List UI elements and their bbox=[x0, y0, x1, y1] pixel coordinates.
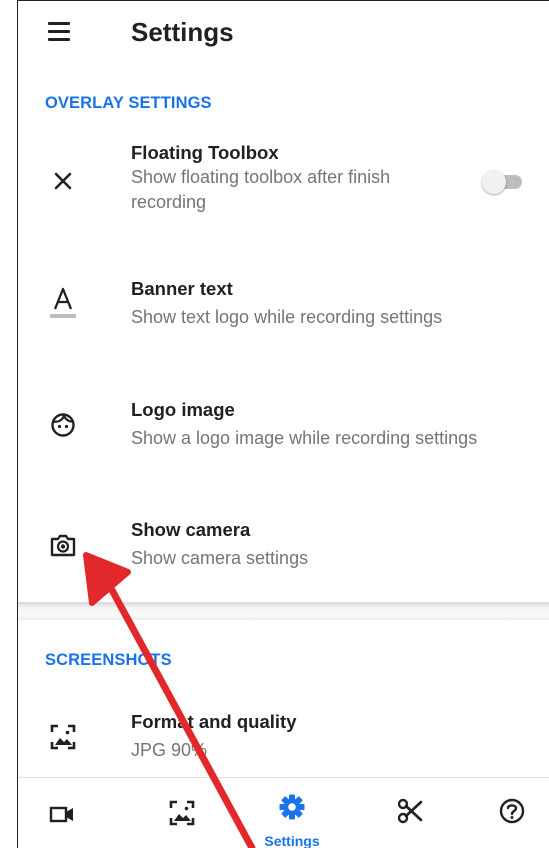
page-title: Settings bbox=[131, 17, 234, 47]
setting-logo-image[interactable]: Logo image Show a logo image while recor… bbox=[18, 398, 549, 468]
section-divider bbox=[18, 602, 549, 620]
setting-description: recording bbox=[131, 192, 207, 212]
settings-gear-icon bbox=[279, 794, 305, 820]
image-icon bbox=[169, 800, 195, 826]
setting-banner-text[interactable]: Banner text Show text logo while recordi… bbox=[18, 277, 549, 347]
face-icon bbox=[48, 410, 78, 440]
toggle-thumb bbox=[482, 170, 506, 194]
bottom-navigation: Settings bbox=[18, 777, 549, 848]
setting-label: Floating Toolbox bbox=[131, 142, 279, 163]
setting-description: Show a logo image while recording settin… bbox=[131, 428, 478, 448]
nav-label-settings: Settings bbox=[264, 833, 320, 848]
nav-item-record[interactable] bbox=[18, 778, 112, 848]
video-camera-icon bbox=[49, 806, 73, 823]
setting-description: Show floating toolbox after finish bbox=[131, 167, 391, 187]
setting-label: Show camera bbox=[131, 519, 251, 540]
image-icon bbox=[48, 722, 78, 752]
setting-description: JPG 90% bbox=[131, 740, 208, 760]
setting-label: Format and quality bbox=[131, 711, 297, 732]
hamburger-menu-icon[interactable] bbox=[43, 19, 77, 47]
setting-format-and-quality[interactable]: Format and quality JPG 90% bbox=[18, 710, 549, 770]
app-bar: Settings bbox=[18, 1, 549, 67]
setting-label: Banner text bbox=[131, 278, 233, 299]
section-header-overlay-settings: OVERLAY SETTINGS bbox=[45, 94, 212, 112]
setting-description: Show camera settings bbox=[131, 548, 309, 568]
floating-toolbox-toggle[interactable] bbox=[482, 170, 524, 194]
setting-description: Show text logo while recording settings bbox=[131, 307, 443, 327]
text-format-icon bbox=[48, 285, 78, 318]
close-icon bbox=[48, 166, 78, 196]
help-icon bbox=[499, 798, 525, 824]
nav-item-settings[interactable]: Settings bbox=[242, 778, 342, 848]
setting-show-camera[interactable]: Show camera Show camera settings bbox=[18, 518, 549, 588]
scissors-icon bbox=[397, 798, 423, 824]
nav-item-editor[interactable] bbox=[360, 778, 460, 848]
setting-floating-toolbox[interactable]: Floating Toolbox Show floating toolbox a… bbox=[18, 141, 549, 231]
section-header-screenshots: SCREENSHOTS bbox=[45, 651, 172, 669]
nav-item-screenshots[interactable] bbox=[132, 778, 232, 848]
camera-icon bbox=[48, 530, 78, 560]
nav-item-help[interactable] bbox=[462, 778, 549, 848]
setting-label: Logo image bbox=[131, 399, 235, 420]
settings-screen: Settings OVERLAY SETTINGS Floating Toolb… bbox=[17, 0, 549, 848]
